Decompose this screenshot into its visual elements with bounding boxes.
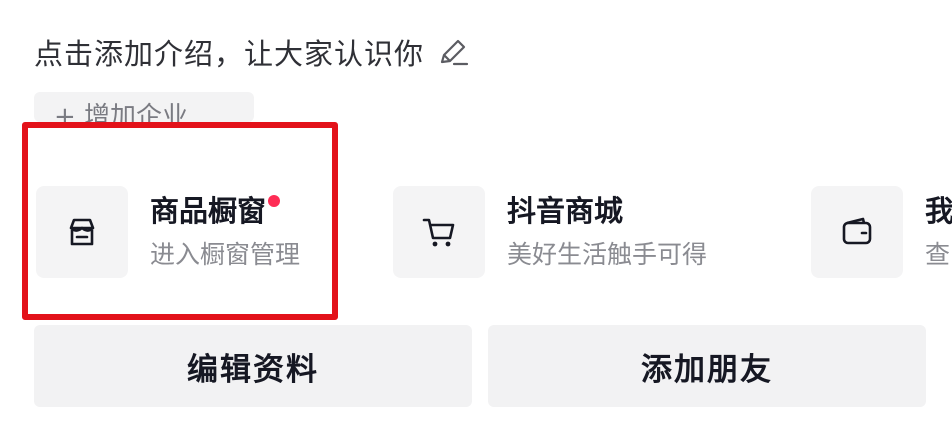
shortcut-subtitle: 美好生活触手可得	[507, 240, 708, 269]
shopping-cart-icon	[393, 186, 485, 278]
intro-text: 点击添加介绍，让大家认识你	[34, 37, 425, 71]
add-friend-button[interactable]: 添加朋友	[488, 325, 926, 407]
storefront-icon	[36, 186, 128, 278]
shortcut-title: 商品橱窗	[150, 191, 300, 231]
shortcut-douyin-mall[interactable]: 抖音商城 美好生活触手可得	[393, 184, 707, 280]
edit-profile-button[interactable]: 编辑资料	[34, 325, 472, 407]
add-company-label: + 增加企业	[54, 102, 189, 122]
wallet-icon	[811, 186, 903, 278]
shortcut-wallet[interactable]: 我 查	[811, 184, 952, 280]
shortcut-title: 我	[925, 194, 952, 228]
pencil-icon[interactable]	[436, 35, 470, 69]
profile-intro[interactable]: 点击添加介绍，让大家认识你	[34, 30, 470, 74]
add-company-button[interactable]: + 增加企业	[34, 92, 254, 122]
shortcut-title: 抖音商城	[507, 194, 624, 228]
notification-dot	[268, 195, 280, 207]
shortcut-subtitle: 查	[925, 240, 951, 269]
shortcut-subtitle: 进入橱窗管理	[150, 240, 301, 269]
shortcut-showcase[interactable]: 商品橱窗 进入橱窗管理	[36, 184, 300, 280]
